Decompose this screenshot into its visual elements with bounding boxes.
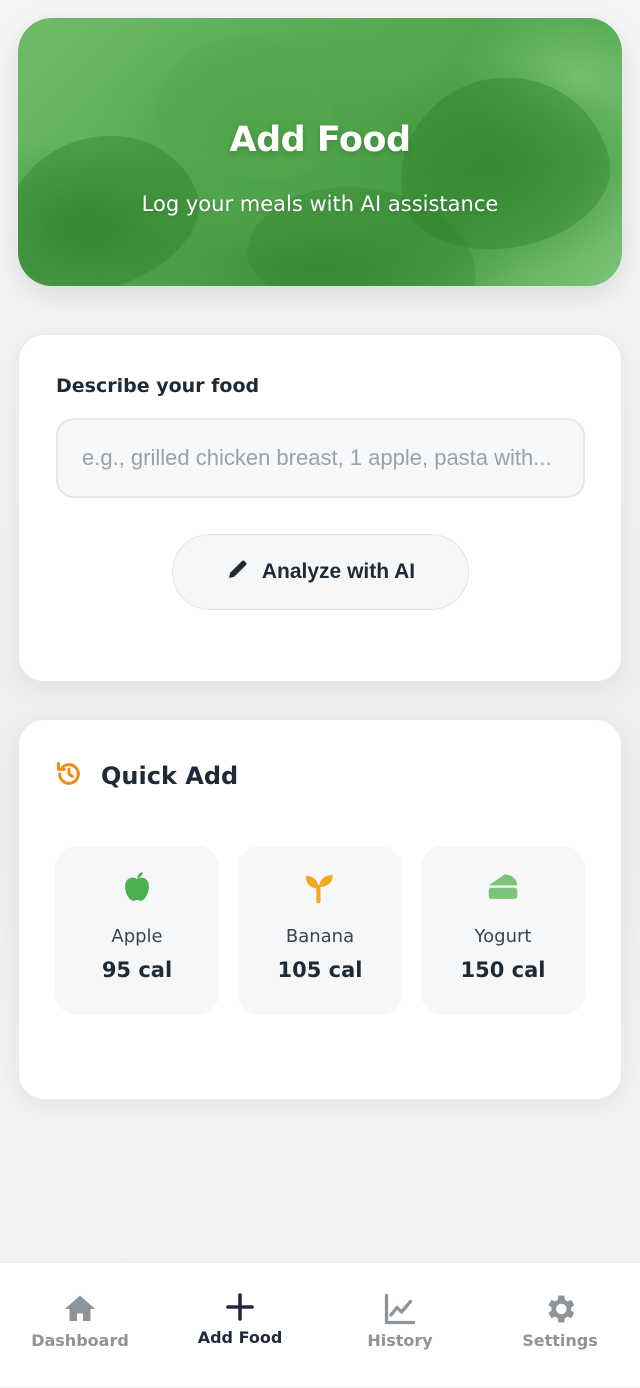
food-description-input[interactable] [56, 418, 585, 498]
tab-settings[interactable]: Settings [480, 1263, 640, 1388]
apple-icon [55, 868, 219, 908]
page-title: Add Food [229, 120, 411, 160]
cheese-icon [421, 868, 585, 908]
quick-add-item-banana[interactable]: Banana 105 cal [238, 846, 402, 1015]
quick-add-item-yogurt[interactable]: Yogurt 150 cal [421, 846, 585, 1015]
chart-line-icon [320, 1291, 480, 1327]
quick-add-name: Banana [285, 926, 355, 947]
analyze-with-ai-button[interactable]: Analyze with AI [172, 534, 469, 610]
gear-icon [480, 1291, 640, 1327]
quick-add-name: Apple [111, 926, 163, 947]
tab-history[interactable]: History [320, 1263, 480, 1388]
quick-add-header: Quick Add [55, 760, 238, 792]
plus-icon [160, 1289, 320, 1325]
quick-add-calories: 105 cal [277, 958, 363, 982]
quick-add-title: Quick Add [101, 762, 239, 790]
seedling-icon [238, 868, 402, 908]
quick-add-calories: 150 cal [460, 958, 546, 982]
history-icon [55, 760, 83, 792]
tab-label: Dashboard [31, 1331, 129, 1350]
tab-label: History [367, 1331, 433, 1350]
tab-label: Settings [522, 1331, 598, 1350]
tab-add-food[interactable]: Add Food [160, 1263, 320, 1388]
tab-label: Add Food [197, 1328, 283, 1347]
quick-add-item-apple[interactable]: Apple 95 cal [55, 846, 219, 1015]
page-subtitle: Log your meals with AI assistance [141, 192, 499, 216]
describe-food-card: Describe your food Analyze with AI [18, 334, 622, 682]
quick-add-card: Quick Add Apple 95 cal Banana 105 cal Yo… [18, 719, 622, 1100]
hero-banner: Add Food Log your meals with AI assistan… [18, 18, 622, 286]
home-icon [0, 1291, 160, 1327]
bottom-tab-bar: Dashboard Add Food History Settings [0, 1262, 640, 1387]
describe-food-label: Describe your food [56, 375, 260, 397]
tab-dashboard[interactable]: Dashboard [0, 1263, 160, 1388]
analyze-button-label: Analyze with AI [261, 560, 416, 583]
quick-add-name: Yogurt [474, 926, 532, 947]
pencil-icon [226, 557, 250, 587]
quick-add-calories: 95 cal [101, 958, 173, 982]
